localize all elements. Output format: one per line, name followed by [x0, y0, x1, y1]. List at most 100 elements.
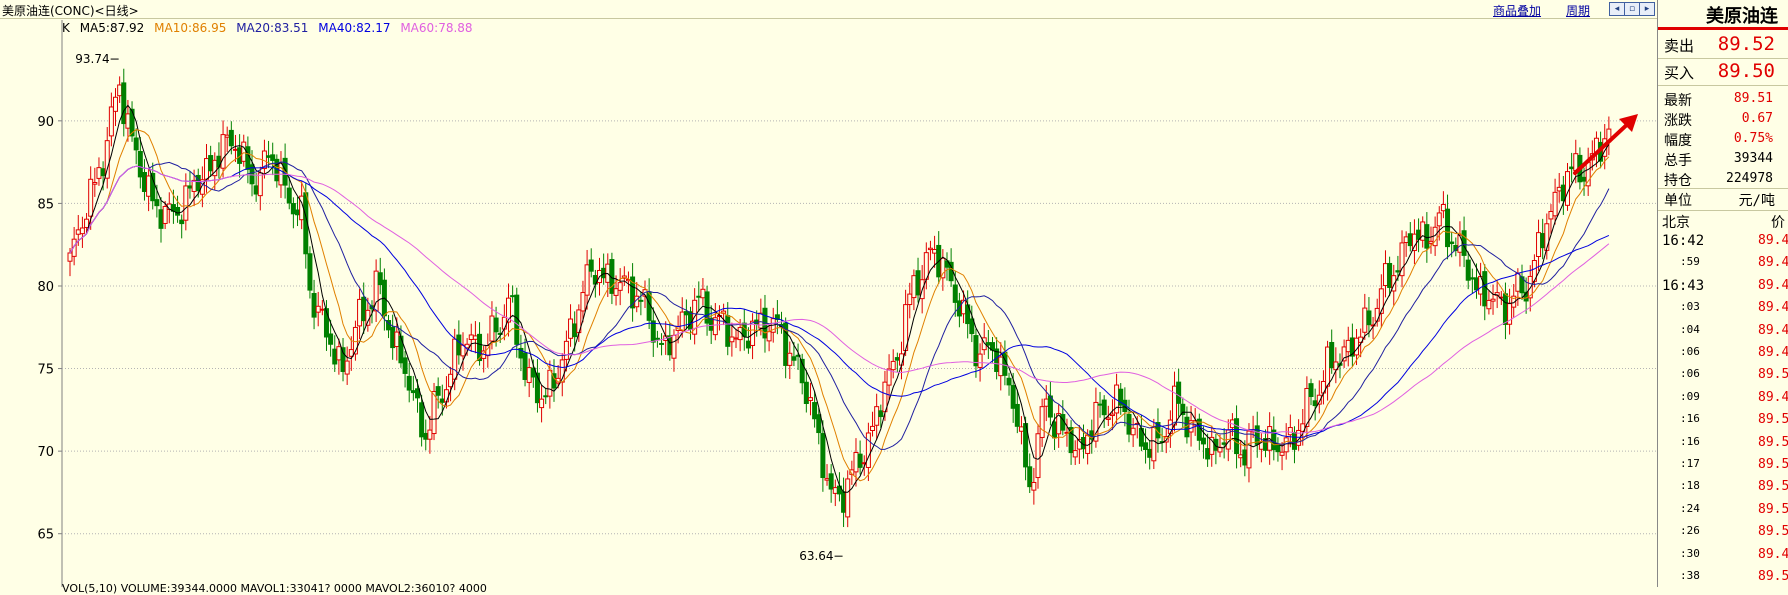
candle — [92, 167, 98, 197]
candle-body — [845, 478, 851, 518]
candle-body — [1221, 442, 1227, 445]
zoom-icon[interactable]: ▫ — [1624, 2, 1640, 16]
candle — [704, 285, 710, 336]
tick-time: 16:42 — [1662, 233, 1705, 249]
candle — [1006, 372, 1012, 396]
candle — [1428, 226, 1434, 254]
candle-body — [1436, 212, 1442, 227]
candle-body — [816, 414, 822, 434]
y-tick-label: 75 — [37, 363, 54, 378]
tick-time: :06 — [1680, 345, 1700, 358]
candle-body — [1544, 223, 1550, 251]
candle-body — [146, 175, 152, 197]
candle-body — [328, 333, 334, 345]
candle-body — [1101, 399, 1107, 416]
candle — [121, 68, 127, 137]
candle-body — [671, 334, 677, 359]
period-link[interactable]: 周期 — [1566, 2, 1590, 19]
candle — [1457, 221, 1463, 267]
candle-body — [220, 134, 226, 169]
candle — [307, 246, 313, 299]
tick-time: :59 — [1680, 255, 1700, 269]
candle — [1246, 423, 1252, 483]
candle — [1093, 387, 1099, 448]
tick-price: 89.5 — [1758, 501, 1788, 517]
candle — [733, 328, 739, 349]
candle — [220, 120, 226, 178]
candle-body — [336, 346, 342, 361]
candle-body — [319, 308, 325, 311]
tick-price: 89.4 — [1758, 255, 1788, 271]
candle — [944, 252, 950, 281]
quote-row-label: 持仓 — [1664, 173, 1692, 189]
candle — [874, 393, 880, 440]
candle-body — [572, 323, 578, 338]
candle — [1362, 293, 1368, 340]
candle-body — [377, 272, 383, 286]
candle-body — [824, 478, 830, 481]
candle — [1018, 416, 1024, 445]
candle-body — [245, 146, 251, 170]
candle — [1411, 219, 1417, 265]
candle-body — [1552, 191, 1558, 217]
scroll-left-icon[interactable]: ◂ — [1609, 2, 1625, 16]
candle — [1258, 433, 1264, 463]
candle-body — [183, 185, 189, 221]
candle — [1536, 219, 1542, 271]
candle — [1031, 467, 1037, 505]
candle — [762, 294, 768, 353]
tick-time: :04 — [1680, 322, 1700, 336]
candle-body — [580, 292, 586, 312]
candle-body — [431, 391, 437, 435]
candle — [373, 259, 379, 322]
candle — [377, 257, 383, 295]
candle — [1382, 250, 1388, 298]
candle — [766, 324, 772, 352]
candle — [1478, 262, 1484, 306]
quote-row-label: 幅度 — [1664, 133, 1692, 149]
candle-body — [1238, 454, 1244, 459]
candle-body — [1515, 272, 1521, 292]
candle-body — [344, 360, 350, 375]
quote-row-value: 224978 — [1726, 171, 1773, 186]
candle-body — [1581, 176, 1587, 182]
candle — [505, 283, 511, 337]
candle — [1076, 424, 1082, 464]
candle-body — [191, 179, 197, 192]
candle — [1349, 323, 1355, 367]
chart-toolbar: 美原油连(CONC)<日线> 商品叠加 周期 ◂ ▫ ▸ — [0, 0, 1657, 19]
candle-body — [1449, 241, 1455, 245]
candle-body — [853, 451, 859, 473]
candle-body — [427, 429, 433, 440]
tick-price: 89.4 — [1758, 546, 1788, 562]
candle-body — [489, 315, 495, 342]
candle-body — [224, 134, 230, 138]
candle-body — [1469, 277, 1475, 280]
kline-chart[interactable]: 65 70 75 80 85 90 93.74 63.64 — [0, 0, 1657, 587]
candle — [472, 321, 478, 354]
candle — [448, 366, 454, 402]
candle — [1296, 419, 1302, 451]
candle-body — [807, 397, 813, 401]
candle-body — [1556, 186, 1562, 192]
candle — [539, 385, 545, 423]
candle — [1035, 424, 1041, 489]
candle — [1469, 268, 1475, 294]
candle-body — [1374, 307, 1380, 322]
candle — [510, 285, 516, 303]
tick-time: :17 — [1680, 457, 1700, 470]
candle-body — [1569, 166, 1575, 170]
candle-body — [932, 249, 938, 254]
candle-body — [758, 312, 764, 329]
candle-body — [638, 299, 644, 302]
candle — [787, 341, 793, 380]
legend-ma60: MA60:78.88 — [400, 21, 473, 35]
candle-body — [290, 203, 296, 215]
scroll-right-icon[interactable]: ▸ — [1639, 2, 1655, 16]
overlay-link[interactable]: 商品叠加 — [1493, 2, 1541, 19]
candle — [369, 300, 375, 324]
y-tick-label: 65 — [37, 528, 54, 543]
tick-time: :18 — [1680, 479, 1700, 493]
tick-time: :30 — [1680, 546, 1700, 560]
candle-body — [1573, 153, 1579, 172]
